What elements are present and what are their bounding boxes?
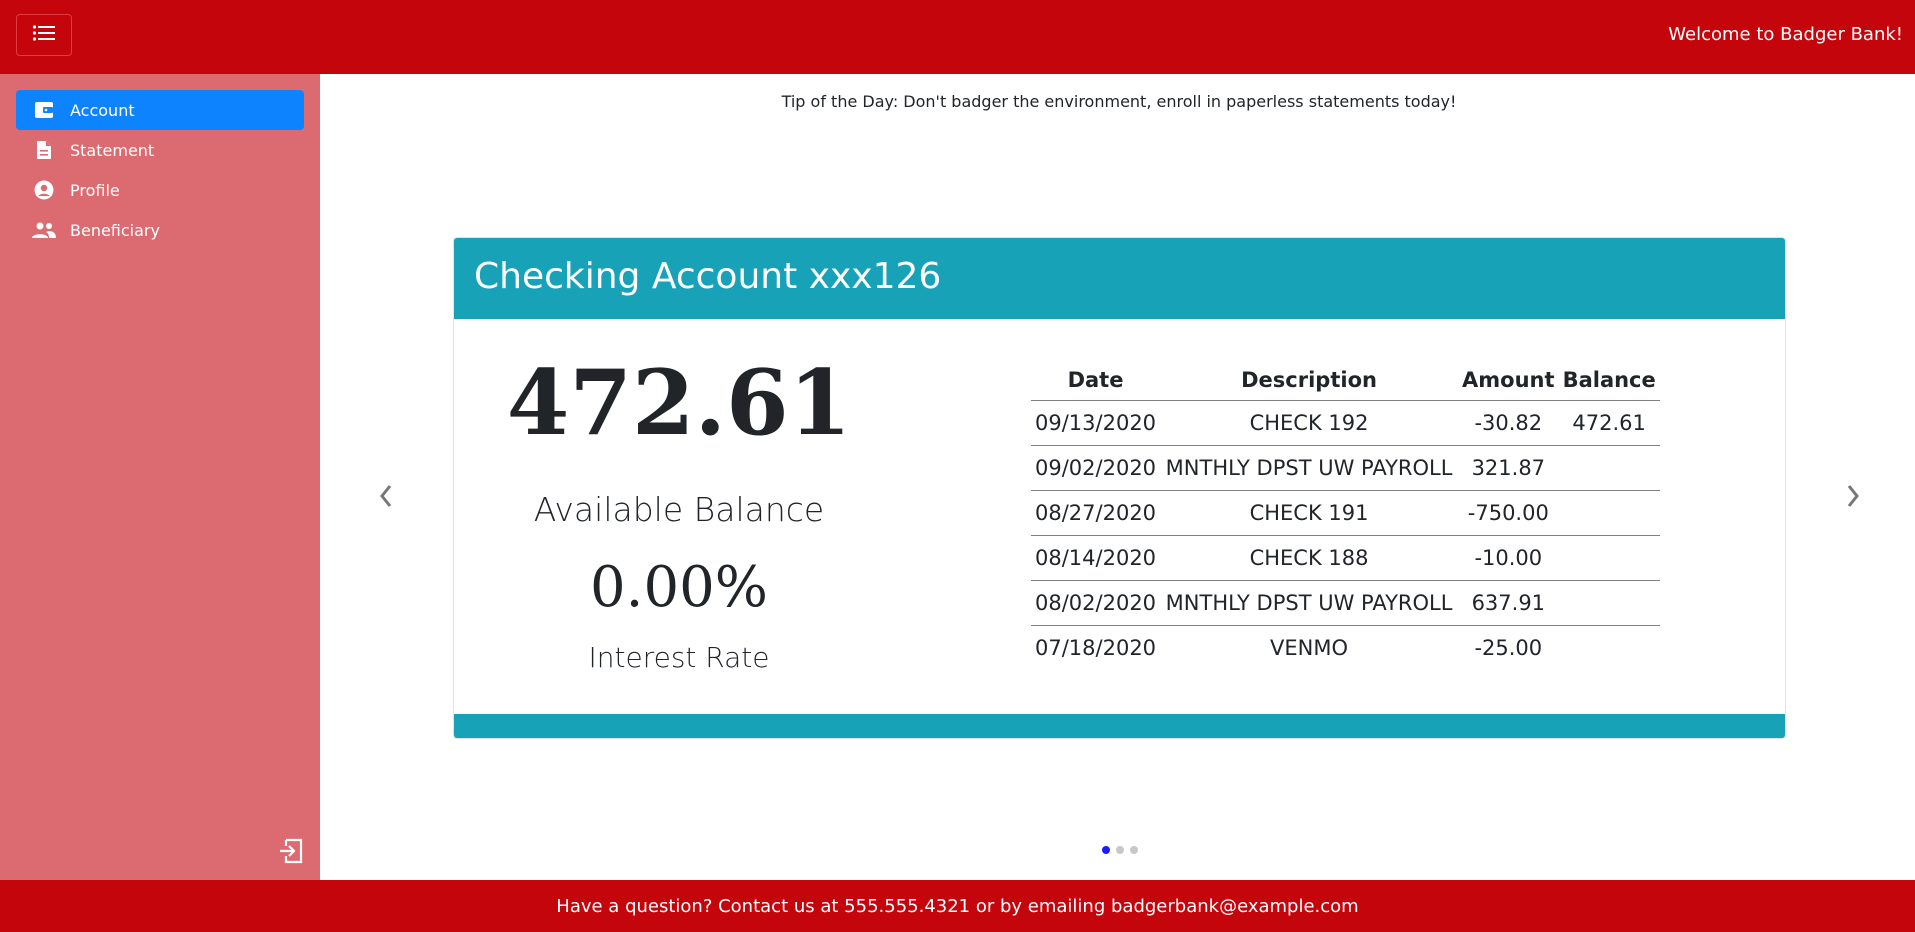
column-header: Amount xyxy=(1458,360,1559,401)
date-cell: 08/02/2020 xyxy=(1031,580,1161,626)
description-cell: CHECK 192 xyxy=(1160,400,1459,446)
sidebar: Account Statement Profile Beneficiary xyxy=(0,74,320,880)
list-icon xyxy=(32,24,56,46)
carousel-next-button[interactable] xyxy=(1833,478,1873,518)
amount-cell: -750.00 xyxy=(1458,490,1559,536)
carousel-indicators xyxy=(1102,846,1138,854)
sidebar-item-label: Statement xyxy=(70,140,155,160)
amount-cell: -25.00 xyxy=(1474,636,1543,660)
table-row: 08/14/2020 CHECK 188 -10.00 xyxy=(1031,535,1660,581)
logout-icon xyxy=(278,838,304,868)
top-bar: Welcome to Badger Bank! xyxy=(0,0,1915,74)
wallet-icon xyxy=(32,98,56,122)
date-cell: 08/14/2020 xyxy=(1031,535,1161,581)
amount-cell: 637.91 xyxy=(1458,580,1559,626)
table-row: 08/27/2020 CHECK 191 -750.00 xyxy=(1031,490,1660,536)
tip-of-the-day: Tip of the Day: Don't badger the environ… xyxy=(781,92,1457,111)
balance-cell: 472.61 xyxy=(1558,400,1660,446)
chevron-left-icon xyxy=(378,483,394,513)
carousel-indicator[interactable] xyxy=(1130,846,1138,854)
balance-value: 472.61 xyxy=(506,350,852,456)
account-title: Checking Account xxx126 xyxy=(474,256,942,297)
column-header: Description xyxy=(1160,360,1459,401)
balance-cell xyxy=(1559,626,1660,671)
amount-cell: 321.87 xyxy=(1458,445,1559,491)
sidebar-item-statement[interactable]: Statement xyxy=(16,130,304,170)
description-cell: CHECK 188 xyxy=(1160,535,1459,581)
sidebar-item-profile[interactable]: Profile xyxy=(16,170,304,210)
carousel-indicator[interactable] xyxy=(1116,846,1124,854)
interest-rate-label: Interest Rate xyxy=(588,641,770,674)
description-cell: VENMO xyxy=(1270,636,1349,660)
balance-cell xyxy=(1558,580,1660,626)
welcome-text: Welcome to Badger Bank! xyxy=(1668,24,1903,45)
document-icon xyxy=(32,138,56,162)
balance-cell xyxy=(1558,490,1660,536)
table-row: 07/18/2020 VENMO -25.00 xyxy=(1031,626,1660,671)
carousel-prev-button[interactable] xyxy=(366,478,406,518)
account-card: Checking Account xxx126 472.61 Available… xyxy=(453,237,1786,739)
sidebar-item-account[interactable]: Account xyxy=(16,90,304,130)
column-header: Date xyxy=(1031,360,1161,401)
date-cell: 09/02/2020 xyxy=(1031,445,1161,491)
date-cell: 08/27/2020 xyxy=(1031,490,1161,536)
contact-text: Have a question? Contact us at 555.555.4… xyxy=(556,895,1359,917)
user-circle-icon xyxy=(32,178,56,202)
column-header: Balance xyxy=(1558,360,1660,401)
sidebar-item-label: Account xyxy=(70,100,135,120)
sidebar-item-label: Profile xyxy=(70,180,120,200)
table-row: 09/02/2020 MNTHLY DPST UW PAYROLL 321.87 xyxy=(1031,445,1660,491)
balance-cell xyxy=(1558,445,1660,491)
description-cell: CHECK 191 xyxy=(1160,490,1459,536)
carousel-indicator[interactable] xyxy=(1102,846,1110,854)
transactions-table: Date Description Amount Balance 09/13/20… xyxy=(1031,360,1660,670)
main-content: Tip of the Day: Don't badger the environ… xyxy=(320,74,1915,880)
sidebar-item-beneficiary[interactable]: Beneficiary xyxy=(16,210,304,250)
sidebar-item-label: Beneficiary xyxy=(70,220,160,240)
account-card-footer xyxy=(454,714,1785,738)
balance-label: Available Balance xyxy=(533,490,825,529)
logout-button[interactable] xyxy=(278,838,304,864)
account-card-header: Checking Account xxx126 xyxy=(454,238,1785,319)
balance-cell xyxy=(1558,535,1660,581)
footer: Have a question? Contact us at 555.555.4… xyxy=(0,880,1915,932)
chevron-right-icon xyxy=(1845,483,1861,513)
description-cell: MNTHLY DPST UW PAYROLL xyxy=(1160,580,1459,626)
description-cell: MNTHLY DPST UW PAYROLL xyxy=(1160,445,1459,491)
amount-cell: -10.00 xyxy=(1458,535,1559,581)
interest-rate-value: 0.00% xyxy=(590,555,768,620)
menu-toggle-button[interactable] xyxy=(16,14,72,56)
table-header-row: Date Description Amount Balance xyxy=(1031,360,1660,401)
table-row: 08/02/2020 MNTHLY DPST UW PAYROLL 637.91 xyxy=(1031,580,1660,626)
people-icon xyxy=(32,218,56,242)
table-row: 09/13/2020 CHECK 192 -30.82 472.61 xyxy=(1031,400,1660,446)
amount-cell: -30.82 xyxy=(1458,400,1559,446)
date-cell: 07/18/2020 xyxy=(1035,636,1157,660)
date-cell: 09/13/2020 xyxy=(1031,400,1161,446)
